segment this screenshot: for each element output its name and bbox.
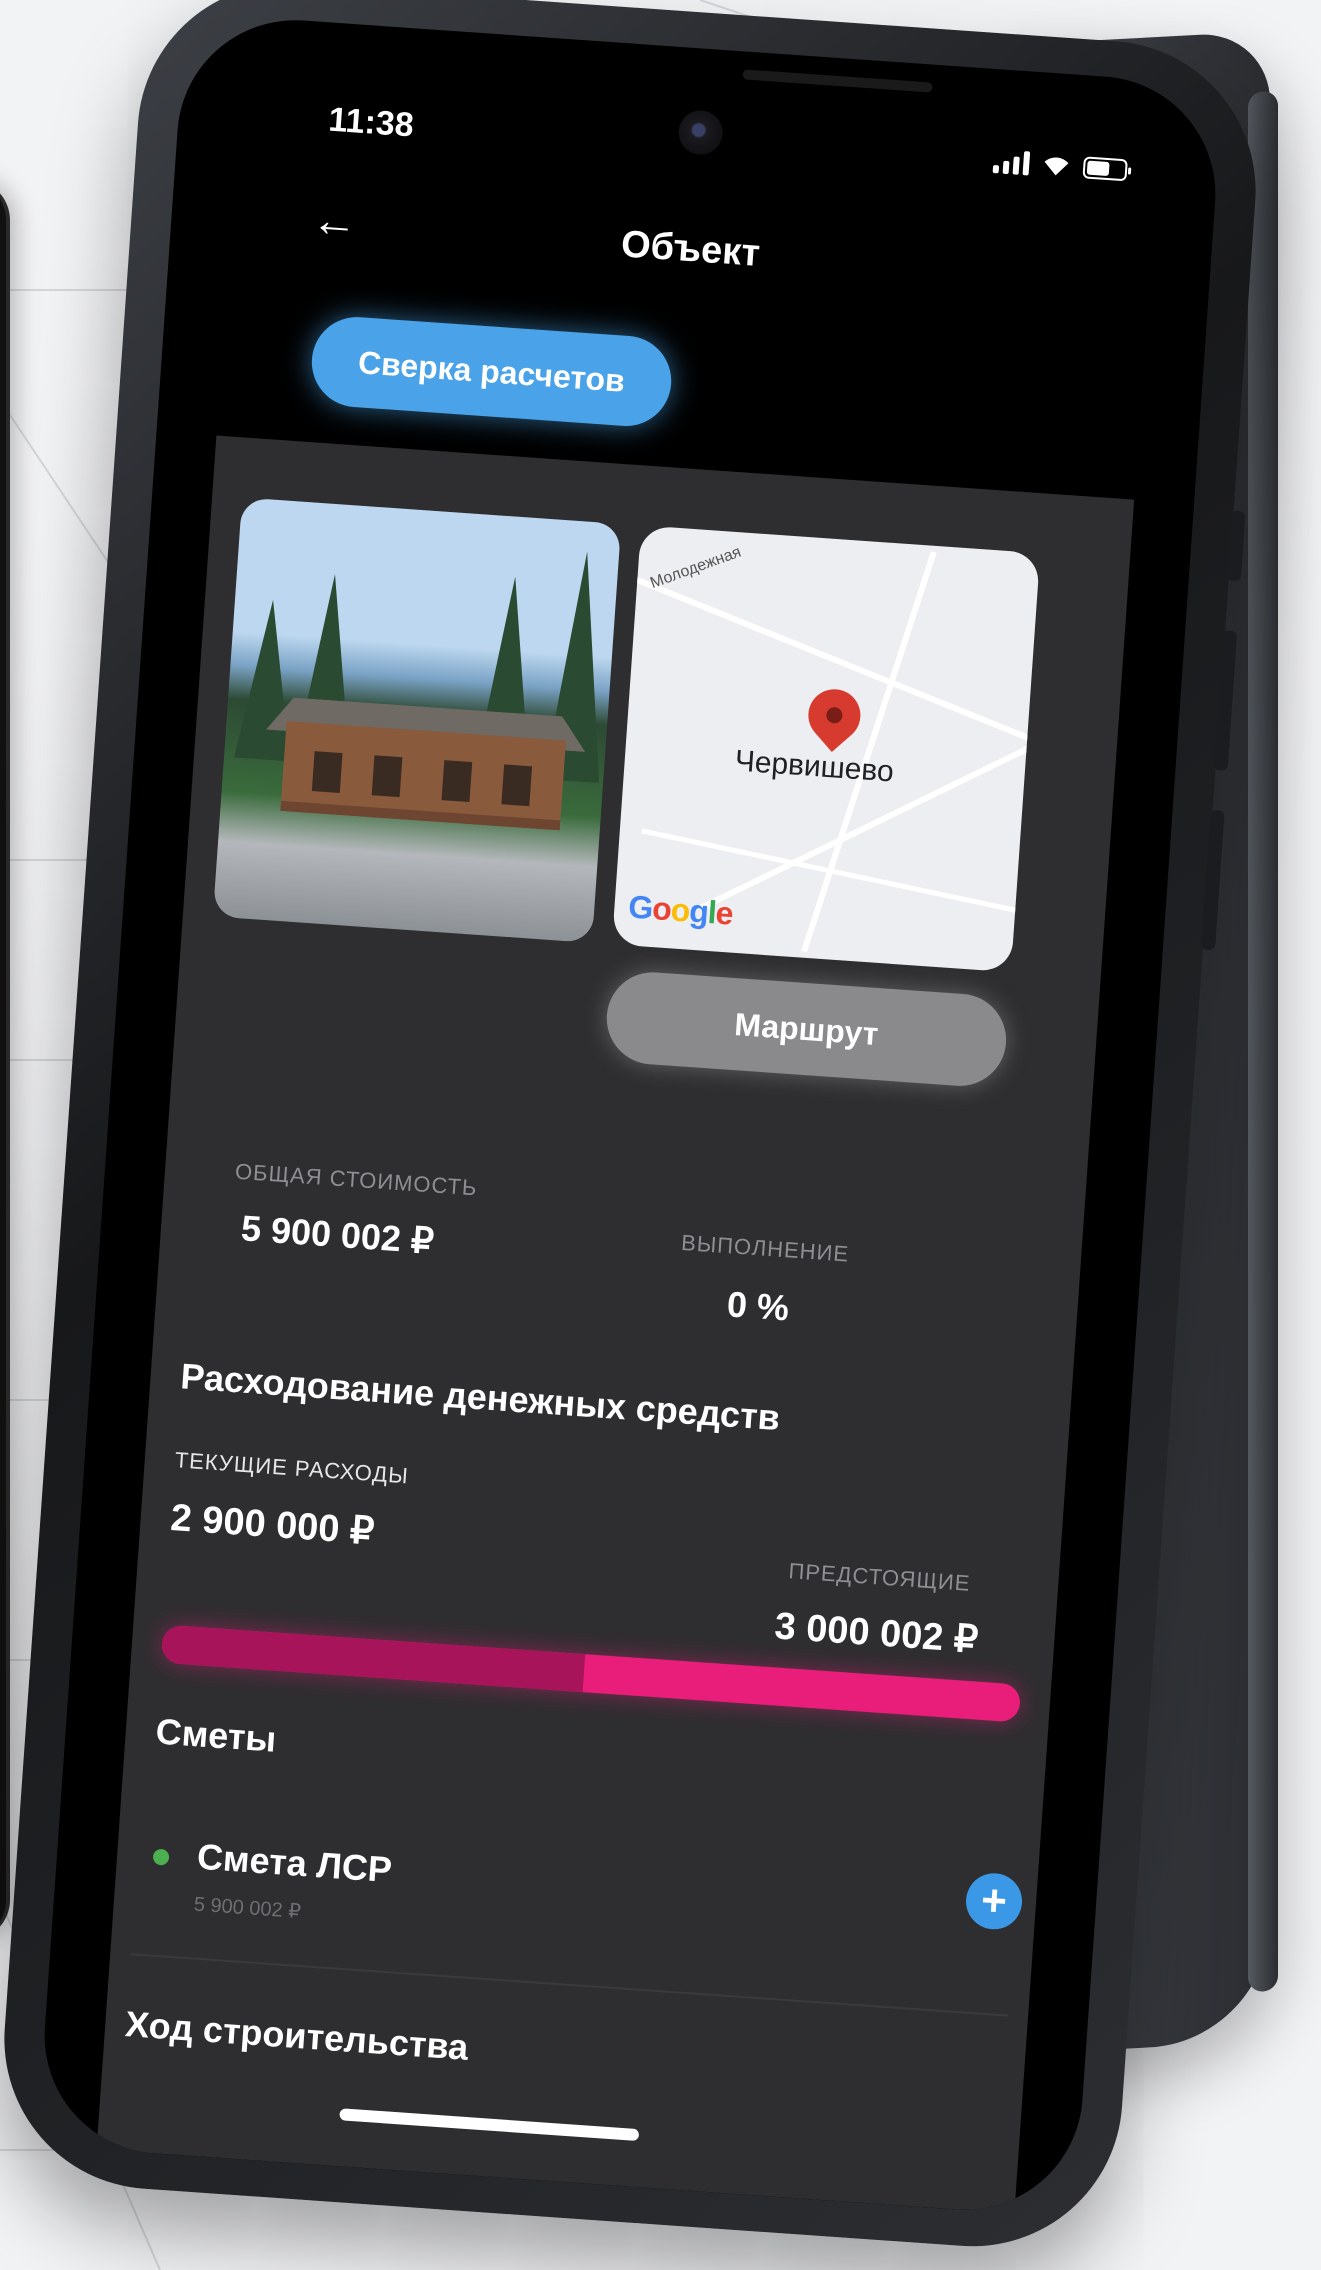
spending-title: Расходование денежных средств: [179, 1355, 782, 1439]
object-photo[interactable]: [212, 497, 622, 943]
house-window: [371, 755, 403, 798]
map-pin-icon: [797, 678, 872, 752]
front-camera: [677, 109, 725, 157]
phone-frame: 11:38 ← Объект Сверка расчетов Молодежна…: [0, 0, 1266, 2257]
house-window: [441, 760, 473, 803]
total-cost-label: ОБЩАЯ СТОИМОСТЬ: [234, 1158, 479, 1201]
signal-icon: [992, 149, 1031, 176]
estimate-sum: 5 900 002 ₽: [193, 1893, 302, 1923]
completion-value: 0 %: [725, 1283, 791, 1329]
battery-icon: [1082, 156, 1128, 182]
divider: [130, 1953, 1009, 2017]
route-button[interactable]: Маршрут: [603, 969, 1010, 1089]
estimate-status-dot: [152, 1848, 170, 1866]
system-icons: [992, 149, 1128, 182]
phone: 11:38 ← Объект Сверка расчетов Молодежна…: [0, 0, 1266, 2270]
screen: 11:38 ← Объект Сверка расчетов Молодежна…: [36, 12, 1224, 2218]
current-spending-label: ТЕКУЩИЕ РАСХОДЫ: [173, 1447, 410, 1489]
google-logo: Google: [627, 888, 734, 932]
upcoming-spending-label: ПРЕДСТОЯЩИЕ: [787, 1558, 972, 1596]
location-map[interactable]: Молодежная Червишево Google: [611, 525, 1041, 973]
map-street-label: Молодежная: [648, 543, 744, 593]
spending-progress-fill: [160, 1624, 585, 1693]
status-time: 11:38: [327, 100, 415, 145]
house-window: [311, 751, 343, 793]
total-cost-value: 5 900 002 ₽: [239, 1207, 436, 1262]
speaker-grille: [742, 69, 933, 93]
back-phone-edge: [1248, 90, 1278, 1993]
adjacent-device: [0, 180, 6, 1940]
construction-progress-title: Ход строительства: [123, 2003, 470, 2068]
upcoming-spending-value: 3 000 002 ₽: [773, 1605, 980, 1662]
app-content: 11:38 ← Объект Сверка расчетов Молодежна…: [37, 12, 1224, 2217]
estimate-name[interactable]: Смета ЛСР: [196, 1836, 393, 1892]
house-window: [501, 764, 533, 807]
object-panel: Молодежная Червишево Google Маршрут ОБЩА…: [96, 435, 1135, 2214]
wifi-icon: [1044, 157, 1069, 176]
add-estimate-button[interactable]: +: [964, 1871, 1024, 1932]
completion-label: ВЫПОЛНЕНИЕ: [680, 1229, 850, 1267]
current-spending-value: 2 900 000 ₽: [169, 1496, 376, 1554]
estimates-title: Сметы: [154, 1710, 278, 1760]
reconcile-button[interactable]: Сверка расчетов: [308, 314, 675, 429]
